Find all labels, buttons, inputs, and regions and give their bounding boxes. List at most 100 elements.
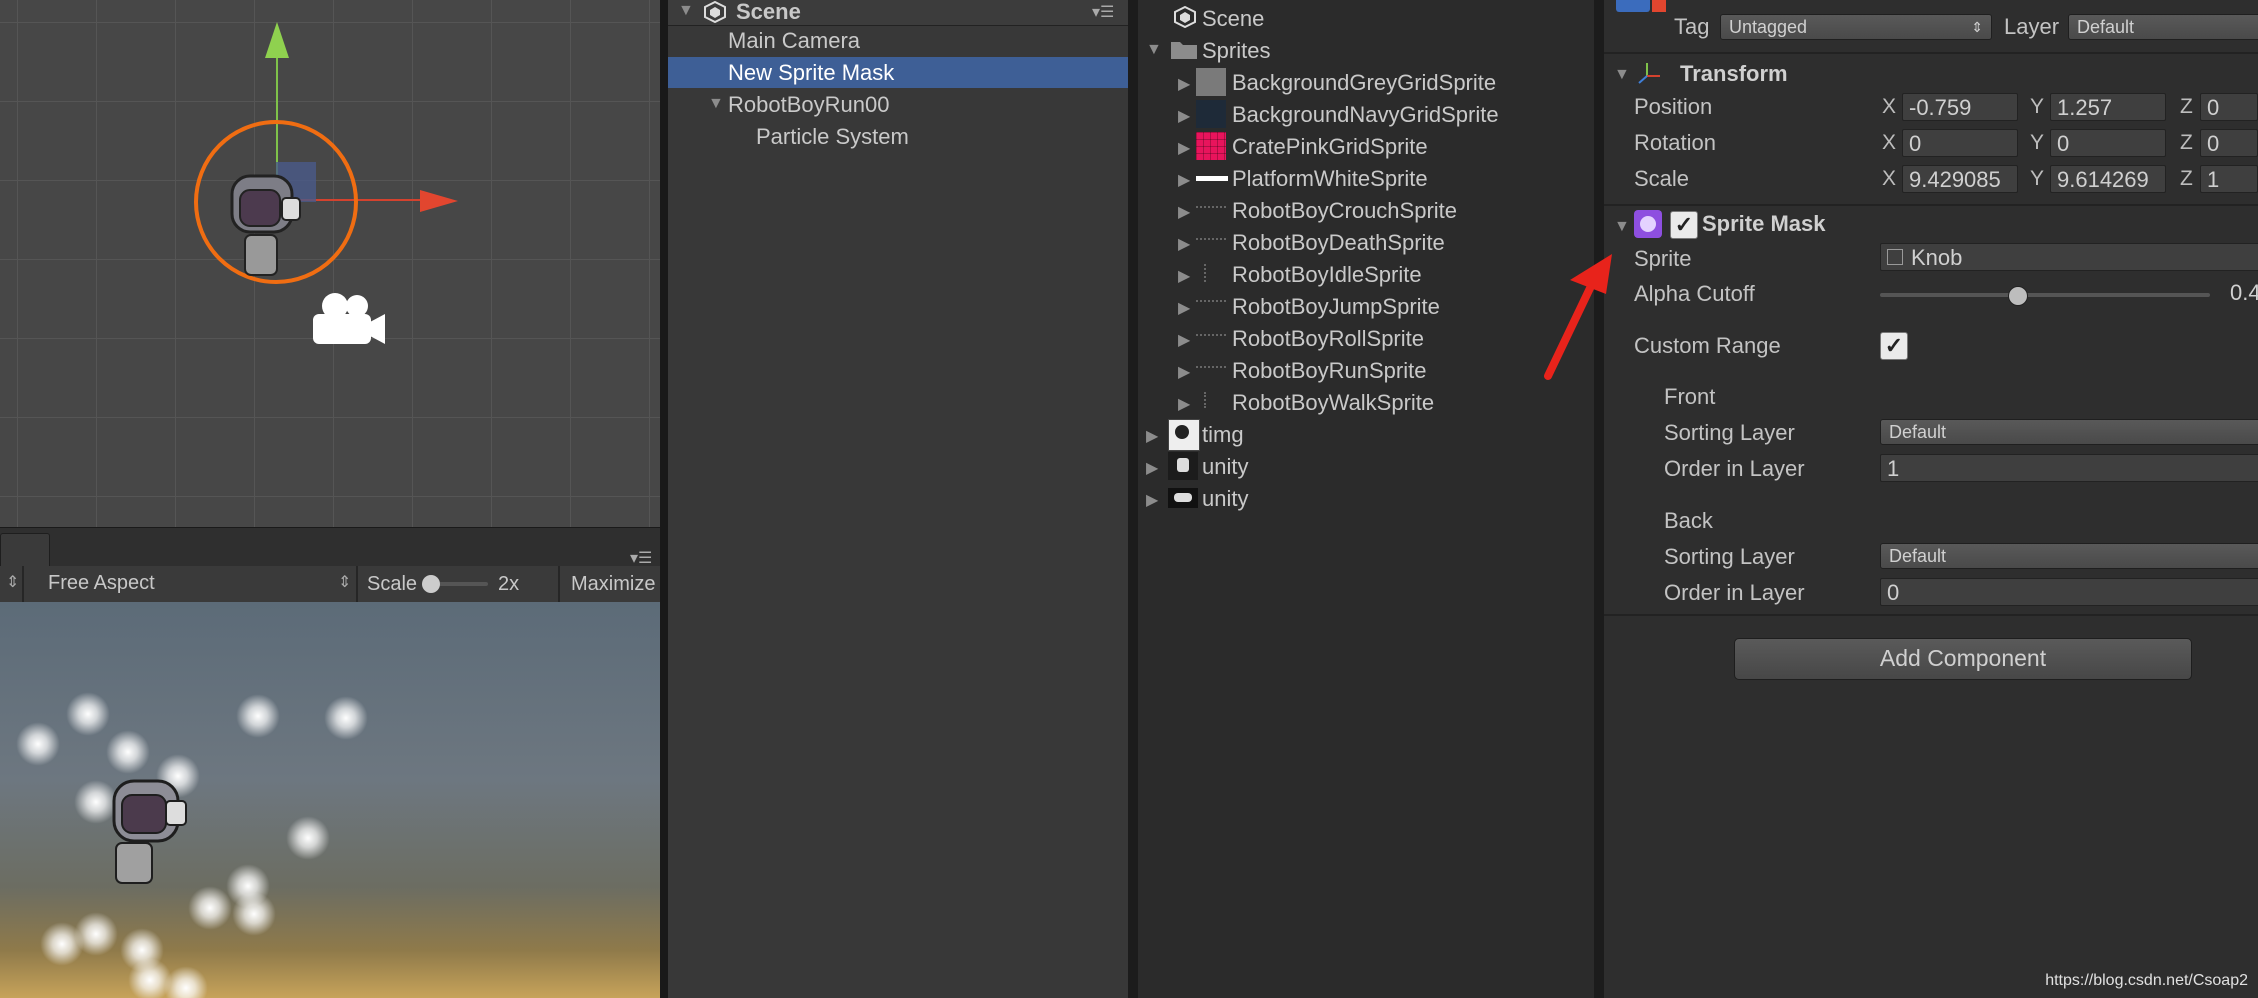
expand-arrow-icon[interactable]: ▶ [1146, 490, 1158, 510]
project-item[interactable]: BackgroundNavyGridSprite [1232, 102, 1499, 128]
display-stepper-icon[interactable]: ⇕ [6, 572, 19, 592]
maximize-on-play-toggle[interactable]: Maximize [571, 573, 655, 596]
project-item[interactable]: RobotBoyDeathSprite [1232, 230, 1445, 256]
robotboy-foldout-icon[interactable]: ▼ [708, 95, 724, 113]
expand-arrow-icon[interactable]: ▶ [1178, 170, 1190, 190]
aspect-dropdown[interactable]: Free Aspect [48, 572, 155, 595]
expand-arrow-icon[interactable]: ▶ [1178, 298, 1190, 318]
hierarchy-item-robotboyrun00[interactable]: RobotBoyRun00 [728, 92, 889, 118]
particle [236, 694, 280, 738]
custom-range-checkbox[interactable]: ✓ [1880, 332, 1908, 360]
expand-arrow-icon[interactable]: ▶ [1178, 74, 1190, 94]
scale-slider-thumb[interactable] [422, 575, 440, 593]
alpha-cutoff-slider-thumb[interactable] [2008, 286, 2028, 306]
front-order-field[interactable]: 1 [1880, 454, 2258, 482]
panel-menu-icon[interactable]: ▾☰ [630, 548, 652, 568]
panel-divider[interactable] [660, 0, 668, 998]
panel-divider[interactable] [1128, 0, 1138, 998]
sprite-object-field[interactable]: Knob [1880, 243, 2258, 271]
back-sorting-layer-dropdown[interactable]: Default [1880, 543, 2258, 569]
front-sorting-layer-dropdown[interactable]: Default [1880, 419, 2258, 445]
add-component-button[interactable]: Add Component [1734, 638, 2192, 680]
axis-x-label: X [1882, 131, 1897, 154]
hierarchy-item-particle-system[interactable]: Particle System [756, 124, 909, 150]
game-toolbar: ⇕ Free Aspect ⇕ Scale 2x Maximize [0, 566, 660, 603]
project-item[interactable]: RobotBoyRunSprite [1232, 358, 1426, 384]
custom-range-label: Custom Range [1634, 333, 1781, 358]
rotation-z-field[interactable]: 0 [2200, 129, 2258, 157]
scene-foldout-icon[interactable]: ▼ [678, 2, 694, 20]
layer-dropdown-value: Default [2077, 17, 2135, 37]
project-item[interactable]: RobotBoyWalkSprite [1232, 390, 1434, 416]
axis-z-label: Z [2180, 167, 2193, 190]
scale-z-field[interactable]: 1 [2200, 165, 2258, 193]
folder-icon [1171, 42, 1197, 59]
image-thumbnail [1168, 488, 1198, 508]
position-y-field[interactable]: 1.257 [2050, 93, 2166, 121]
scale-x-field[interactable]: 9.429085 [1902, 165, 2018, 193]
sprite-mask-component-icon [1634, 210, 1662, 238]
project-item-scene[interactable]: Scene [1202, 6, 1264, 32]
transform-foldout-icon[interactable]: ▼ [1614, 66, 1630, 84]
back-order-field[interactable]: 0 [1880, 578, 2258, 606]
project-item-timg[interactable]: timg [1202, 422, 1244, 448]
dropdown-arrow-icon: ⇕ [1971, 19, 1983, 35]
unity-scene-icon [1174, 6, 1196, 28]
scale-label: Scale [1634, 166, 1690, 191]
particle [286, 816, 330, 860]
rotation-y-field[interactable]: 0 [2050, 129, 2166, 157]
expand-arrow-icon[interactable]: ▶ [1178, 202, 1190, 222]
expand-arrow-icon[interactable]: ▶ [1178, 394, 1190, 414]
scene-gizmos [194, 22, 458, 344]
expand-arrow-icon[interactable]: ▶ [1146, 426, 1158, 446]
transform-title[interactable]: Transform [1680, 61, 1788, 87]
expand-arrow-icon[interactable]: ▶ [1178, 138, 1190, 158]
particle [16, 722, 60, 766]
project-item[interactable]: BackgroundGreyGridSprite [1232, 70, 1496, 96]
expand-arrow-icon[interactable]: ▶ [1178, 106, 1190, 126]
expand-arrow-icon[interactable]: ▶ [1178, 234, 1190, 254]
project-item[interactable]: RobotBoyCrouchSprite [1232, 198, 1457, 224]
expand-arrow-icon[interactable]: ▶ [1178, 330, 1190, 350]
hierarchy-item-main-camera[interactable]: Main Camera [728, 28, 860, 54]
position-x-field[interactable]: -0.759 [1902, 93, 2018, 121]
project-item-sprites-folder[interactable]: Sprites [1202, 38, 1270, 64]
back-label: Back [1664, 508, 1713, 533]
project-item[interactable]: PlatformWhiteSprite [1232, 166, 1428, 192]
expand-arrow-icon[interactable]: ▶ [1178, 266, 1190, 286]
sprite-sheet-thumbnail [1204, 264, 1210, 282]
project-item[interactable]: RobotBoyRollSprite [1232, 326, 1424, 352]
tag-dropdown[interactable]: Untagged ⇕ [1720, 14, 1992, 40]
layer-dropdown[interactable]: Default [2068, 14, 2258, 40]
sprite-mask-title[interactable]: Sprite Mask [1702, 211, 1826, 237]
hierarchy-item-new-sprite-mask[interactable]: New Sprite Mask [728, 60, 894, 86]
axis-x-label: X [1882, 95, 1897, 118]
expand-arrow-icon[interactable]: ▶ [1178, 362, 1190, 382]
sprites-foldout-icon[interactable]: ▼ [1146, 41, 1162, 59]
sprite-mask-enabled-checkbox[interactable]: ✓ [1670, 211, 1698, 239]
image-thumbnail [1168, 452, 1198, 480]
alpha-cutoff-slider-track[interactable] [1880, 293, 2210, 297]
rotation-x-field[interactable]: 0 [1902, 129, 2018, 157]
project-item[interactable]: RobotBoyJumpSprite [1232, 294, 1440, 320]
pink-grid-thumbnail [1196, 132, 1226, 160]
transform-icon [1638, 63, 1660, 84]
sprite-mask-foldout-icon[interactable]: ▼ [1614, 218, 1630, 236]
game-tab[interactable] [0, 533, 50, 567]
position-z-field[interactable]: 0 [2200, 93, 2258, 121]
scene-name[interactable]: Scene [736, 0, 801, 25]
game-view[interactable] [0, 602, 660, 998]
project-item[interactable]: RobotBoyIdleSprite [1232, 262, 1422, 288]
alpha-cutoff-value-field[interactable]: 0.4 [2224, 279, 2258, 307]
hierarchy-menu-icon[interactable]: ▾☰ [1092, 2, 1114, 22]
panel-divider[interactable] [1594, 0, 1604, 998]
project-item-unity[interactable]: unity [1202, 486, 1248, 512]
scale-y-field[interactable]: 9.614269 [2050, 165, 2166, 193]
particle [74, 912, 118, 956]
scene-view[interactable] [0, 0, 660, 527]
axis-y-label: Y [2030, 95, 2045, 118]
expand-arrow-icon[interactable]: ▶ [1146, 458, 1158, 478]
project-item[interactable]: CratePinkGridSprite [1232, 134, 1428, 160]
back-order-label: Order in Layer [1664, 580, 1805, 605]
project-item-unity[interactable]: unity [1202, 454, 1248, 480]
